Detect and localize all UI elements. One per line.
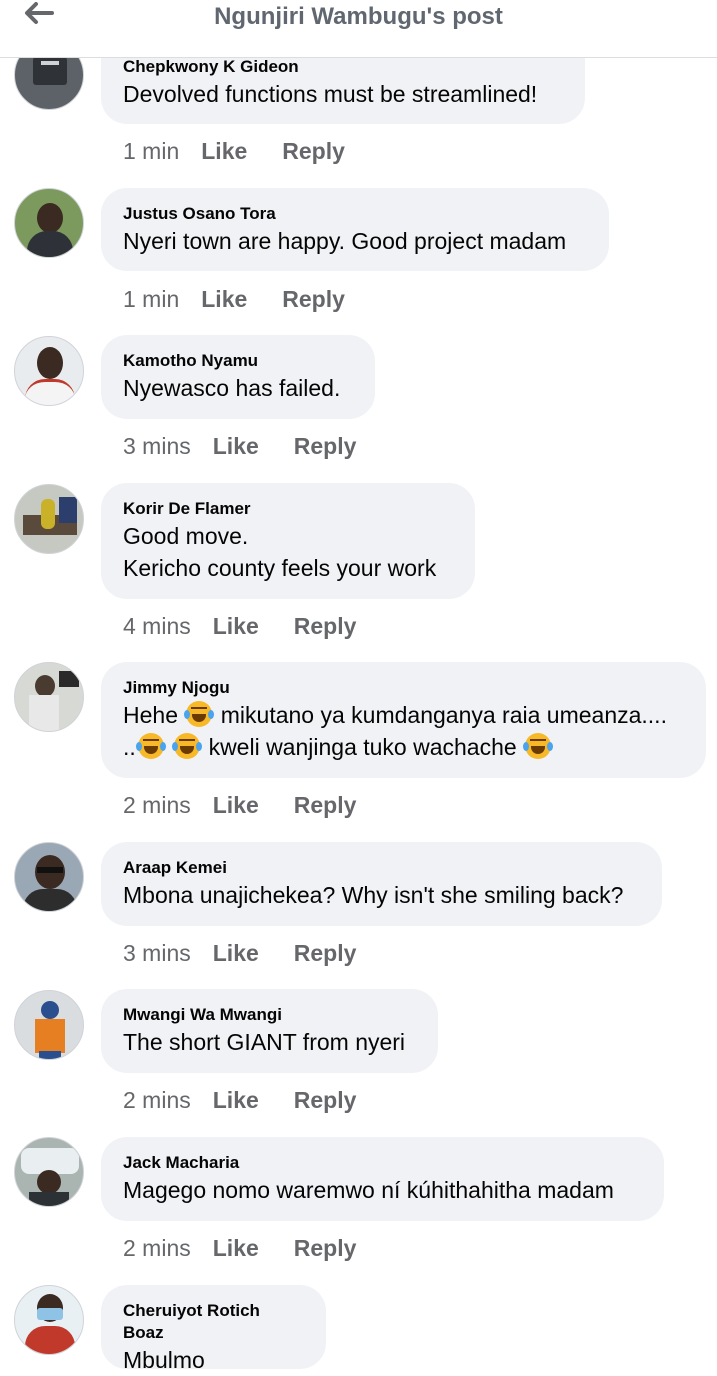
comment-text-part: Hehe	[123, 702, 178, 728]
like-button[interactable]: Like	[213, 1087, 259, 1114]
like-button[interactable]: Like	[213, 433, 259, 460]
comment-time[interactable]: 1 min	[123, 286, 179, 313]
like-button[interactable]: Like	[213, 940, 259, 967]
comment-bubble[interactable]: Jack Macharia Magego nomo waremwo ní kúh…	[101, 1137, 664, 1221]
avatar[interactable]	[14, 990, 84, 1060]
comment-text-part: mikutano ya kumdanganya raia umeanza....	[220, 702, 667, 728]
comment-text: .. kweli wanjinga tuko wachache	[123, 731, 684, 763]
avatar[interactable]	[14, 336, 84, 406]
reply-button[interactable]: Reply	[294, 1235, 357, 1262]
like-button[interactable]: Like	[201, 138, 247, 165]
laughing-tears-emoji-icon	[135, 733, 166, 759]
comment-bubble[interactable]: Justus Osano Tora Nyeri town are happy. …	[101, 188, 609, 271]
comment-meta: 4 mins Like Reply	[123, 611, 356, 641]
comment-bubble[interactable]: Kamotho Nyamu Nyewasco has failed.	[101, 335, 375, 419]
comment-text: Good move.	[123, 523, 249, 549]
comment-time[interactable]: 3 mins	[123, 433, 191, 460]
avatar[interactable]	[14, 188, 84, 258]
avatar[interactable]	[14, 842, 84, 912]
comment-text: Magego nomo waremwo ní kúhithahitha mada…	[123, 1177, 614, 1203]
comment-text: Hehe mikutano ya kumdanganya raia umeanz…	[123, 699, 684, 731]
comment-meta: 1 min Like Reply	[123, 136, 345, 166]
avatar[interactable]	[14, 1137, 84, 1207]
like-button[interactable]: Like	[213, 613, 259, 640]
comment-author[interactable]: Jack Macharia	[123, 1147, 642, 1174]
comment-author[interactable]: Justus Osano Tora	[123, 198, 587, 225]
comment-text: Nyeri town are happy. Good project madam	[123, 228, 567, 254]
comment-meta: 3 mins Like Reply	[123, 938, 356, 968]
laughing-tears-emoji-icon	[172, 733, 203, 759]
like-button[interactable]: Like	[213, 792, 259, 819]
comment-time[interactable]: 2 mins	[123, 1235, 191, 1262]
comment-text: Kericho county feels your work	[123, 555, 437, 581]
comment-author[interactable]: Araap Kemei	[123, 852, 640, 879]
comment-text: Devolved functions must be streamlined!	[123, 81, 538, 107]
comment-time[interactable]: 4 mins	[123, 613, 191, 640]
comment-time[interactable]: 2 mins	[123, 792, 191, 819]
comment-meta: 2 mins Like Reply	[123, 790, 356, 820]
comment-author[interactable]: Jimmy Njogu	[123, 672, 684, 699]
comment-author[interactable]: Cheruiyot Rotich Boaz	[123, 1295, 304, 1344]
comment-time[interactable]: 2 mins	[123, 1087, 191, 1114]
comment-bubble[interactable]: Korir De Flamer Good move. Kericho count…	[101, 483, 475, 599]
comment-meta: 2 mins Like Reply	[123, 1085, 356, 1115]
comment-bubble[interactable]: Jimmy Njogu Hehe mikutano ya kumdanganya…	[101, 662, 706, 778]
comment-bubble[interactable]: Mwangi Wa Mwangi The short GIANT from ny…	[101, 989, 438, 1073]
laughing-tears-emoji-icon	[184, 701, 215, 727]
comment-author[interactable]: Mwangi Wa Mwangi	[123, 999, 416, 1026]
comment-text: Nyewasco has failed.	[123, 375, 341, 401]
comment-author[interactable]: Korir De Flamer	[123, 493, 453, 520]
reply-button[interactable]: Reply	[294, 433, 357, 460]
comment-text: The short GIANT from nyeri	[123, 1029, 406, 1055]
reply-button[interactable]: Reply	[294, 792, 357, 819]
like-button[interactable]: Like	[201, 286, 247, 313]
comment-text-part: ..	[123, 734, 136, 760]
comment-meta: 1 min Like Reply	[123, 284, 345, 314]
comment-text: Mbona unajichekea? Why isn't she smiling…	[123, 882, 624, 908]
reply-button[interactable]: Reply	[294, 1087, 357, 1114]
avatar[interactable]	[14, 484, 84, 554]
comment-text-part: kweli wanjinga tuko wachache	[208, 734, 517, 760]
reply-button[interactable]: Reply	[294, 613, 357, 640]
like-button[interactable]: Like	[213, 1235, 259, 1262]
comment-time[interactable]: 3 mins	[123, 940, 191, 967]
app-header: Ngunjiri Wambugu's post	[0, 0, 717, 58]
comment-time[interactable]: 1 min	[123, 138, 179, 165]
reply-button[interactable]: Reply	[282, 286, 345, 313]
comment-feed[interactable]: Chepkwony K Gideon Devolved functions mu…	[0, 0, 717, 1373]
page-title: Ngunjiri Wambugu's post	[214, 3, 503, 30]
comment-author[interactable]: Kamotho Nyamu	[123, 345, 353, 372]
comment-bubble[interactable]: Cheruiyot Rotich Boaz Mbulmo	[101, 1285, 326, 1373]
reply-button[interactable]: Reply	[294, 940, 357, 967]
avatar[interactable]	[14, 1285, 84, 1355]
reply-button[interactable]: Reply	[282, 138, 345, 165]
laughing-tears-emoji-icon	[523, 733, 554, 759]
avatar[interactable]	[14, 662, 84, 732]
comment-bubble[interactable]: Araap Kemei Mbona unajichekea? Why isn't…	[101, 842, 662, 926]
comment-meta: 3 mins Like Reply	[123, 431, 356, 461]
comment-text: Mbulmo	[123, 1347, 205, 1373]
comment-meta: 2 mins Like Reply	[123, 1233, 356, 1263]
